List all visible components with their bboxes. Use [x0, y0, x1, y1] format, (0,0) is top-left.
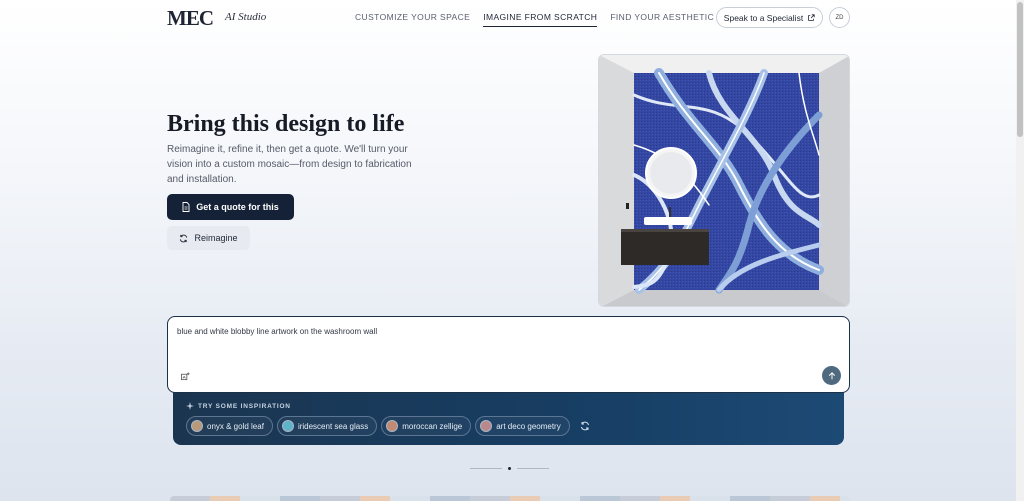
hero-description: Reimagine it, refine it, then get a quot…	[167, 144, 412, 185]
hero-title: Bring this design to life	[167, 111, 405, 137]
chip-label: iridescent sea glass	[297, 421, 369, 431]
chip-moroccan-zellige[interactable]: moroccan zellige	[381, 416, 472, 436]
chip-onyx-gold-leaf[interactable]: onyx & gold leaf	[186, 416, 273, 436]
swatch-art-deco-geometry	[480, 420, 493, 432]
generated-design-image	[598, 54, 850, 307]
shuffle-inspiration-icon[interactable]	[580, 421, 590, 431]
prompt-input[interactable]: blue and white blobby line artwork on th…	[177, 327, 377, 336]
carousel-pager	[470, 467, 549, 470]
gallery-strip-preview	[170, 496, 850, 501]
swatch-onyx-gold-leaf	[191, 420, 203, 432]
inspiration-label: TRY SOME INSPIRATION	[186, 402, 291, 410]
pager-line	[517, 468, 549, 469]
chip-label: art deco geometry	[496, 421, 561, 431]
specialist-label: Speak to a Specialist	[723, 12, 804, 23]
inspiration-label-text: TRY SOME INSPIRATION	[198, 402, 291, 410]
image-attach-icon[interactable]	[181, 372, 190, 381]
chip-art-deco-geometry[interactable]: art deco geometry	[475, 416, 570, 436]
document-icon	[182, 202, 190, 212]
swatch-moroccan-zellige	[386, 420, 399, 432]
brand-logo[interactable]: MEC	[167, 6, 214, 31]
get-quote-label: Get a quote for this	[196, 202, 279, 212]
pager-line	[470, 468, 502, 469]
speak-to-specialist-button[interactable]: Speak to a Specialist	[716, 7, 823, 28]
external-link-icon	[808, 13, 815, 21]
chip-label: onyx & gold leaf	[207, 421, 264, 431]
pager-dot-active[interactable]	[508, 467, 511, 470]
get-quote-button[interactable]: Get a quote for this	[167, 194, 294, 220]
send-button[interactable]	[822, 366, 841, 385]
page-scrollbar[interactable]	[1016, 0, 1024, 501]
chip-iridescent-sea-glass[interactable]: iridescent sea glass	[276, 416, 378, 436]
user-avatar[interactable]: ZD	[829, 7, 850, 28]
nav-customize-your-space[interactable]: CUSTOMIZE YOUR SPACE	[355, 12, 470, 27]
chip-label: moroccan zellige	[402, 421, 463, 431]
brand-subtitle: AI Studio	[225, 11, 267, 23]
main-nav: CUSTOMIZE YOUR SPACE IMAGINE FROM SCRATC…	[355, 12, 714, 27]
prompt-input-box[interactable]: blue and white blobby line artwork on th…	[167, 316, 850, 393]
reimagine-label: Reimagine	[194, 233, 238, 243]
nav-find-your-aesthetic[interactable]: FIND YOUR AESTHETIC	[610, 12, 714, 27]
scrollbar-thumb[interactable]	[1017, 2, 1023, 137]
arrow-up-icon	[828, 371, 835, 379]
top-nav-bar: MEC AI Studio CUSTOMIZE YOUR SPACE IMAGI…	[0, 0, 1016, 36]
nav-imagine-from-scratch[interactable]: IMAGINE FROM SCRATCH	[483, 12, 598, 27]
sparkle-icon	[186, 402, 194, 410]
swatch-iridescent-sea-glass	[281, 420, 294, 432]
reimagine-button[interactable]: Reimagine	[167, 226, 250, 250]
refresh-icon	[180, 234, 188, 242]
inspiration-chips: onyx & gold leaf iridescent sea glass mo…	[186, 416, 590, 436]
